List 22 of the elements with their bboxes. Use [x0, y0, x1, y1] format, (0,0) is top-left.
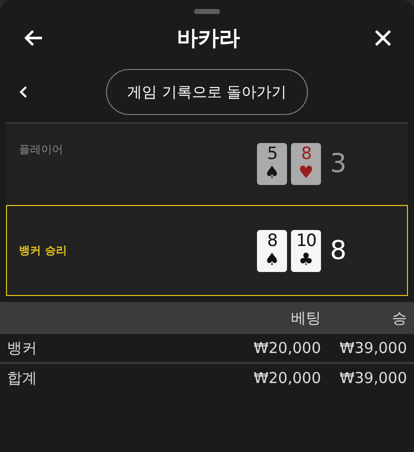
close-icon[interactable] [374, 29, 392, 47]
column-header: 승 [391, 308, 407, 328]
playing-card: 10 ♣ [291, 230, 321, 272]
playing-card: 8 ♥ [291, 143, 321, 185]
table-cell-text: ₩39,000 [338, 369, 407, 387]
hand-label: 뱅커 승리 [19, 243, 68, 258]
table-cell-text: ₩39,000 [338, 339, 407, 357]
drag-handle[interactable] [194, 9, 220, 14]
column-header: 베팅 [290, 308, 321, 328]
hand-total: 3 [330, 149, 347, 179]
back-to-history-button[interactable]: 게임 기록으로 돌아가기 [106, 69, 308, 115]
playing-card: 8 ♠ [257, 230, 287, 272]
window-title: 바카라 [177, 25, 240, 52]
table-cell-text: 뱅커 [7, 338, 38, 358]
hand-label: 플레이어 [19, 142, 64, 156]
back-arrow-icon[interactable] [23, 29, 43, 47]
hand-total: 8 [330, 236, 347, 266]
playing-card: 5 ♠ [257, 143, 287, 185]
chevron-left-icon[interactable] [19, 86, 27, 98]
table-cell-text: ₩20,000 [252, 339, 321, 357]
table-cell-text: 합계 [7, 368, 38, 388]
table-cell-text: ₩20,000 [252, 369, 321, 387]
